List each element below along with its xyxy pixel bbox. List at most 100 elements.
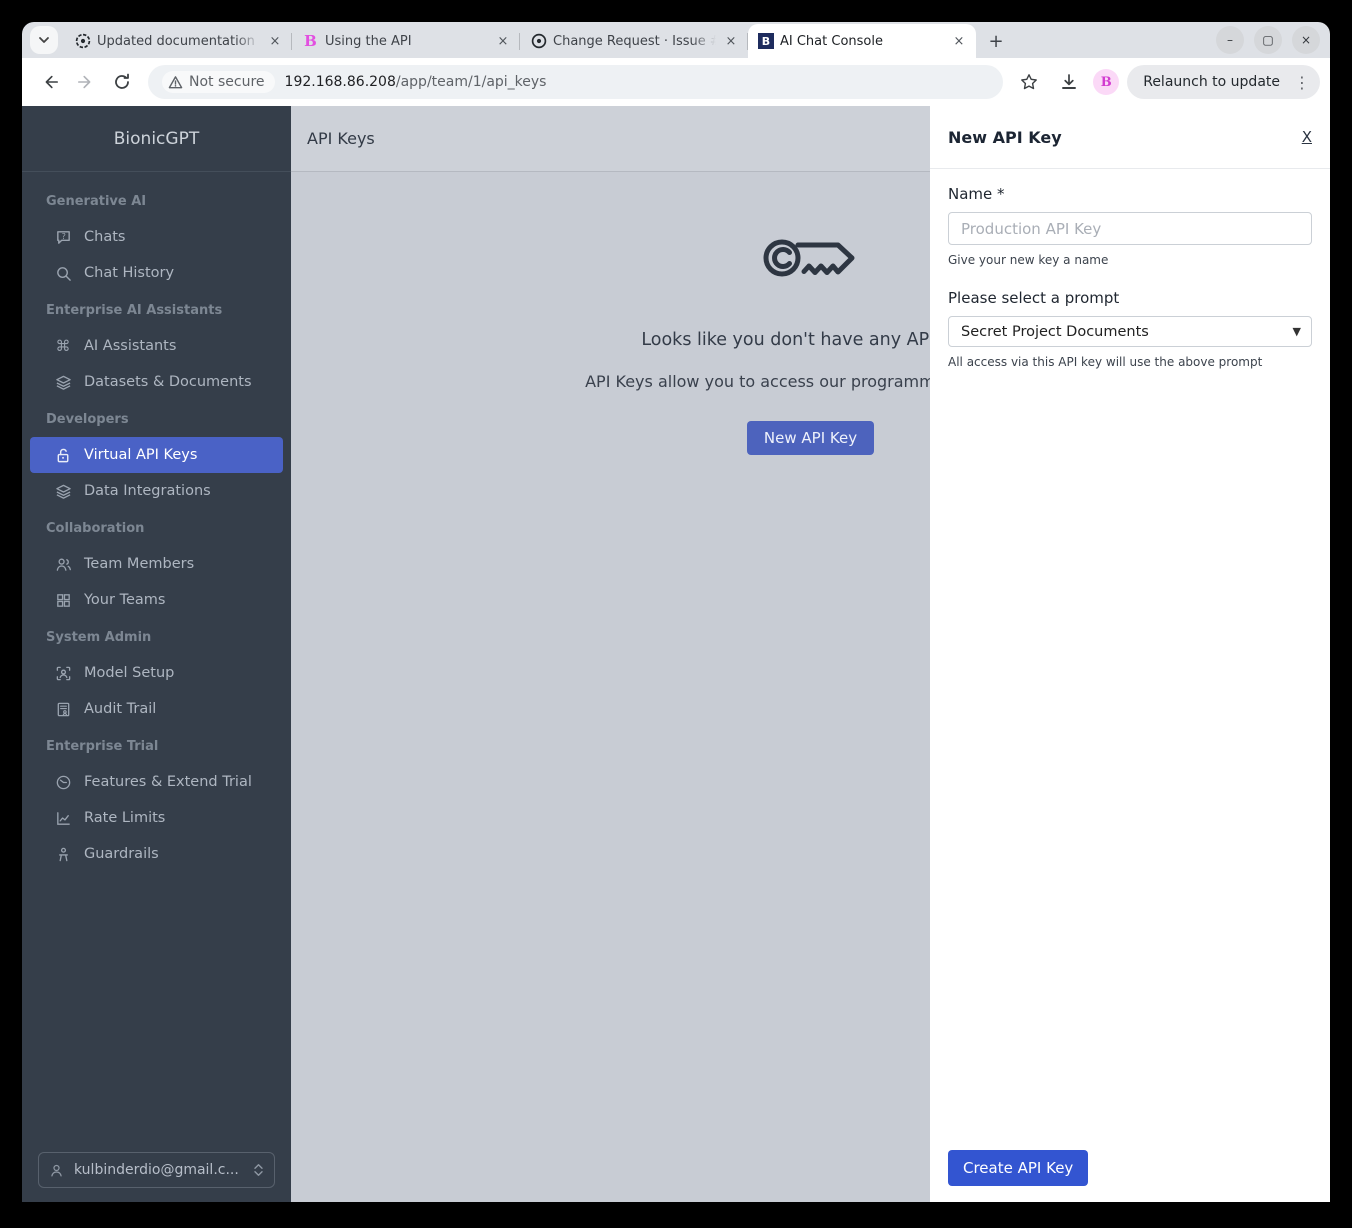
sidebar-item-label: Features & Extend Trial bbox=[84, 774, 252, 790]
sidebar-item-label: AI Assistants bbox=[84, 338, 177, 354]
user-email: kulbinderdio@gmail.c... bbox=[74, 1162, 239, 1178]
tab-title: Change Request · Issue # bbox=[553, 33, 716, 49]
star-icon bbox=[1021, 74, 1038, 90]
chat-bubble-icon: ? bbox=[54, 228, 72, 246]
tab-using-the-api[interactable]: B Using the API × bbox=[292, 24, 520, 58]
browser-toolbar: Not secure 192.168.86.208/app/team/1/api… bbox=[22, 58, 1330, 106]
svg-text:?: ? bbox=[61, 231, 65, 240]
tab-ai-chat-console[interactable]: B AI Chat Console × bbox=[748, 24, 976, 58]
guardrail-person-icon bbox=[54, 845, 72, 863]
back-arrow-icon bbox=[45, 75, 59, 89]
tab-change-request[interactable]: Change Request · Issue # × bbox=[520, 24, 748, 58]
download-icon bbox=[1062, 74, 1077, 89]
select-chevrons-icon bbox=[254, 1164, 263, 1176]
prompt-selected-value: Secret Project Documents bbox=[961, 323, 1149, 340]
reload-button[interactable] bbox=[106, 66, 138, 98]
name-help-text: Give your new key a name bbox=[948, 253, 1109, 267]
relaunch-label: Relaunch to update bbox=[1143, 74, 1280, 90]
close-button[interactable]: × bbox=[1292, 26, 1320, 54]
warning-icon bbox=[168, 75, 183, 88]
security-chip[interactable]: Not secure bbox=[162, 71, 275, 93]
sidebar-item-audit-trail[interactable]: Audit Trail bbox=[30, 691, 283, 727]
browser-window: Updated documentation × B Using the API … bbox=[22, 22, 1330, 1202]
layers-icon bbox=[54, 482, 72, 500]
section-enterprise-ai-assistants: Enterprise AI Assistants bbox=[46, 303, 223, 318]
layers-icon bbox=[54, 373, 72, 391]
panel-footer: Create API Key bbox=[930, 1150, 1330, 1202]
sidebar-item-data-integrations[interactable]: Data Integrations bbox=[30, 473, 283, 509]
sidebar: BionicGPT Generative AI ? Chats Chat His… bbox=[22, 106, 291, 1202]
sidebar-item-datasets-documents[interactable]: Datasets & Documents bbox=[30, 364, 283, 400]
empty-state-title: Looks like you don't have any API keys bbox=[641, 330, 980, 350]
sidebar-item-your-teams[interactable]: Your Teams bbox=[30, 582, 283, 618]
gauge-icon bbox=[54, 773, 72, 791]
lock-open-icon bbox=[54, 446, 72, 464]
section-developers: Developers bbox=[46, 412, 129, 427]
sidebar-item-label: Virtual API Keys bbox=[84, 447, 198, 463]
app-content: BionicGPT Generative AI ? Chats Chat His… bbox=[22, 106, 1330, 1202]
relaunch-update-button[interactable]: Relaunch to update ⋮ bbox=[1127, 65, 1320, 99]
select-caret-icon: ▼ bbox=[1292, 325, 1301, 338]
user-menu-select[interactable]: kulbinderdio@gmail.c... bbox=[38, 1152, 275, 1188]
prompt-select[interactable]: Secret Project Documents ▼ bbox=[948, 316, 1312, 347]
command-icon: ⌘ bbox=[55, 337, 71, 355]
name-label: Name * bbox=[948, 185, 1005, 203]
sidebar-item-label: Team Members bbox=[84, 556, 195, 572]
sidebar-item-label: Rate Limits bbox=[84, 810, 166, 826]
prompt-help-text: All access via this API key will use the… bbox=[948, 355, 1263, 369]
tab-close-icon[interactable]: × bbox=[722, 32, 740, 50]
create-api-key-button[interactable]: Create API Key bbox=[948, 1150, 1089, 1186]
sidebar-item-label: Model Setup bbox=[84, 665, 175, 681]
section-enterprise-trial: Enterprise Trial bbox=[46, 739, 159, 754]
sidebar-item-virtual-api-keys[interactable]: Virtual API Keys bbox=[30, 437, 283, 473]
new-api-key-button[interactable]: New API Key bbox=[746, 421, 875, 455]
minimize-button[interactable]: – bbox=[1216, 26, 1244, 54]
new-tab-button[interactable]: + bbox=[982, 27, 1010, 55]
tab-close-icon[interactable]: × bbox=[266, 32, 284, 50]
download-button[interactable] bbox=[1053, 66, 1085, 98]
chart-line-icon bbox=[54, 809, 72, 827]
sidebar-item-label: Your Teams bbox=[84, 592, 166, 608]
panel-close-button[interactable]: X bbox=[1302, 128, 1312, 146]
sidebar-item-guardrails[interactable]: Guardrails bbox=[30, 836, 283, 872]
search-icon bbox=[54, 264, 72, 282]
sidebar-item-model-setup[interactable]: Model Setup bbox=[30, 655, 283, 691]
tab-strip: Updated documentation × B Using the API … bbox=[22, 22, 1330, 58]
forward-button[interactable] bbox=[70, 66, 102, 98]
tab-close-icon[interactable]: × bbox=[494, 32, 512, 50]
sidebar-item-rate-limits[interactable]: Rate Limits bbox=[30, 800, 283, 836]
sidebar-item-team-members[interactable]: Team Members bbox=[30, 546, 283, 582]
security-chip-label: Not secure bbox=[189, 74, 265, 90]
tab-close-icon[interactable]: × bbox=[950, 32, 968, 50]
address-bar[interactable]: Not secure 192.168.86.208/app/team/1/api… bbox=[148, 65, 1004, 99]
panel-title: New API Key bbox=[948, 127, 1062, 147]
tab-title: Updated documentation bbox=[97, 33, 255, 49]
sidebar-item-chats[interactable]: ? Chats bbox=[30, 219, 283, 255]
bionic-extension-icon[interactable]: B bbox=[1093, 69, 1120, 95]
sidebar-item-features-extend-trial[interactable]: Features & Extend Trial bbox=[30, 764, 283, 800]
reload-icon bbox=[115, 73, 129, 89]
section-system-admin: System Admin bbox=[46, 630, 152, 645]
bionic-navy-favicon-icon: B bbox=[758, 33, 774, 49]
tab-search-button[interactable] bbox=[30, 26, 58, 54]
toolbar-right: B Relaunch to update ⋮ bbox=[1013, 65, 1320, 99]
url-path: /app/team/1/api_keys bbox=[395, 74, 547, 90]
panel-body: Name * Give your new key a name Please s… bbox=[930, 169, 1330, 1150]
sidebar-item-chat-history[interactable]: Chat History bbox=[30, 255, 283, 291]
bookmark-star-button[interactable] bbox=[1013, 66, 1045, 98]
maximize-button[interactable]: ▢ bbox=[1254, 26, 1282, 54]
sidebar-item-label: Chat History bbox=[84, 265, 175, 281]
browser-menu-icon[interactable]: ⋮ bbox=[1290, 73, 1314, 92]
github-favicon-icon bbox=[530, 33, 547, 50]
sidebar-item-ai-assistants[interactable]: ⌘ AI Assistants bbox=[30, 328, 283, 364]
sidebar-item-label: Data Integrations bbox=[84, 483, 211, 499]
url-host: 192.168.86.208 bbox=[284, 74, 396, 90]
back-button[interactable] bbox=[34, 66, 66, 98]
user-icon bbox=[51, 1164, 62, 1177]
api-key-name-input[interactable] bbox=[948, 212, 1312, 245]
audit-document-icon bbox=[54, 700, 72, 718]
tab-updated-documentation[interactable]: Updated documentation × bbox=[64, 24, 292, 58]
tab-title: Using the API bbox=[325, 33, 412, 49]
grid-icon bbox=[54, 591, 72, 609]
panel-header: New API Key X bbox=[930, 106, 1330, 169]
